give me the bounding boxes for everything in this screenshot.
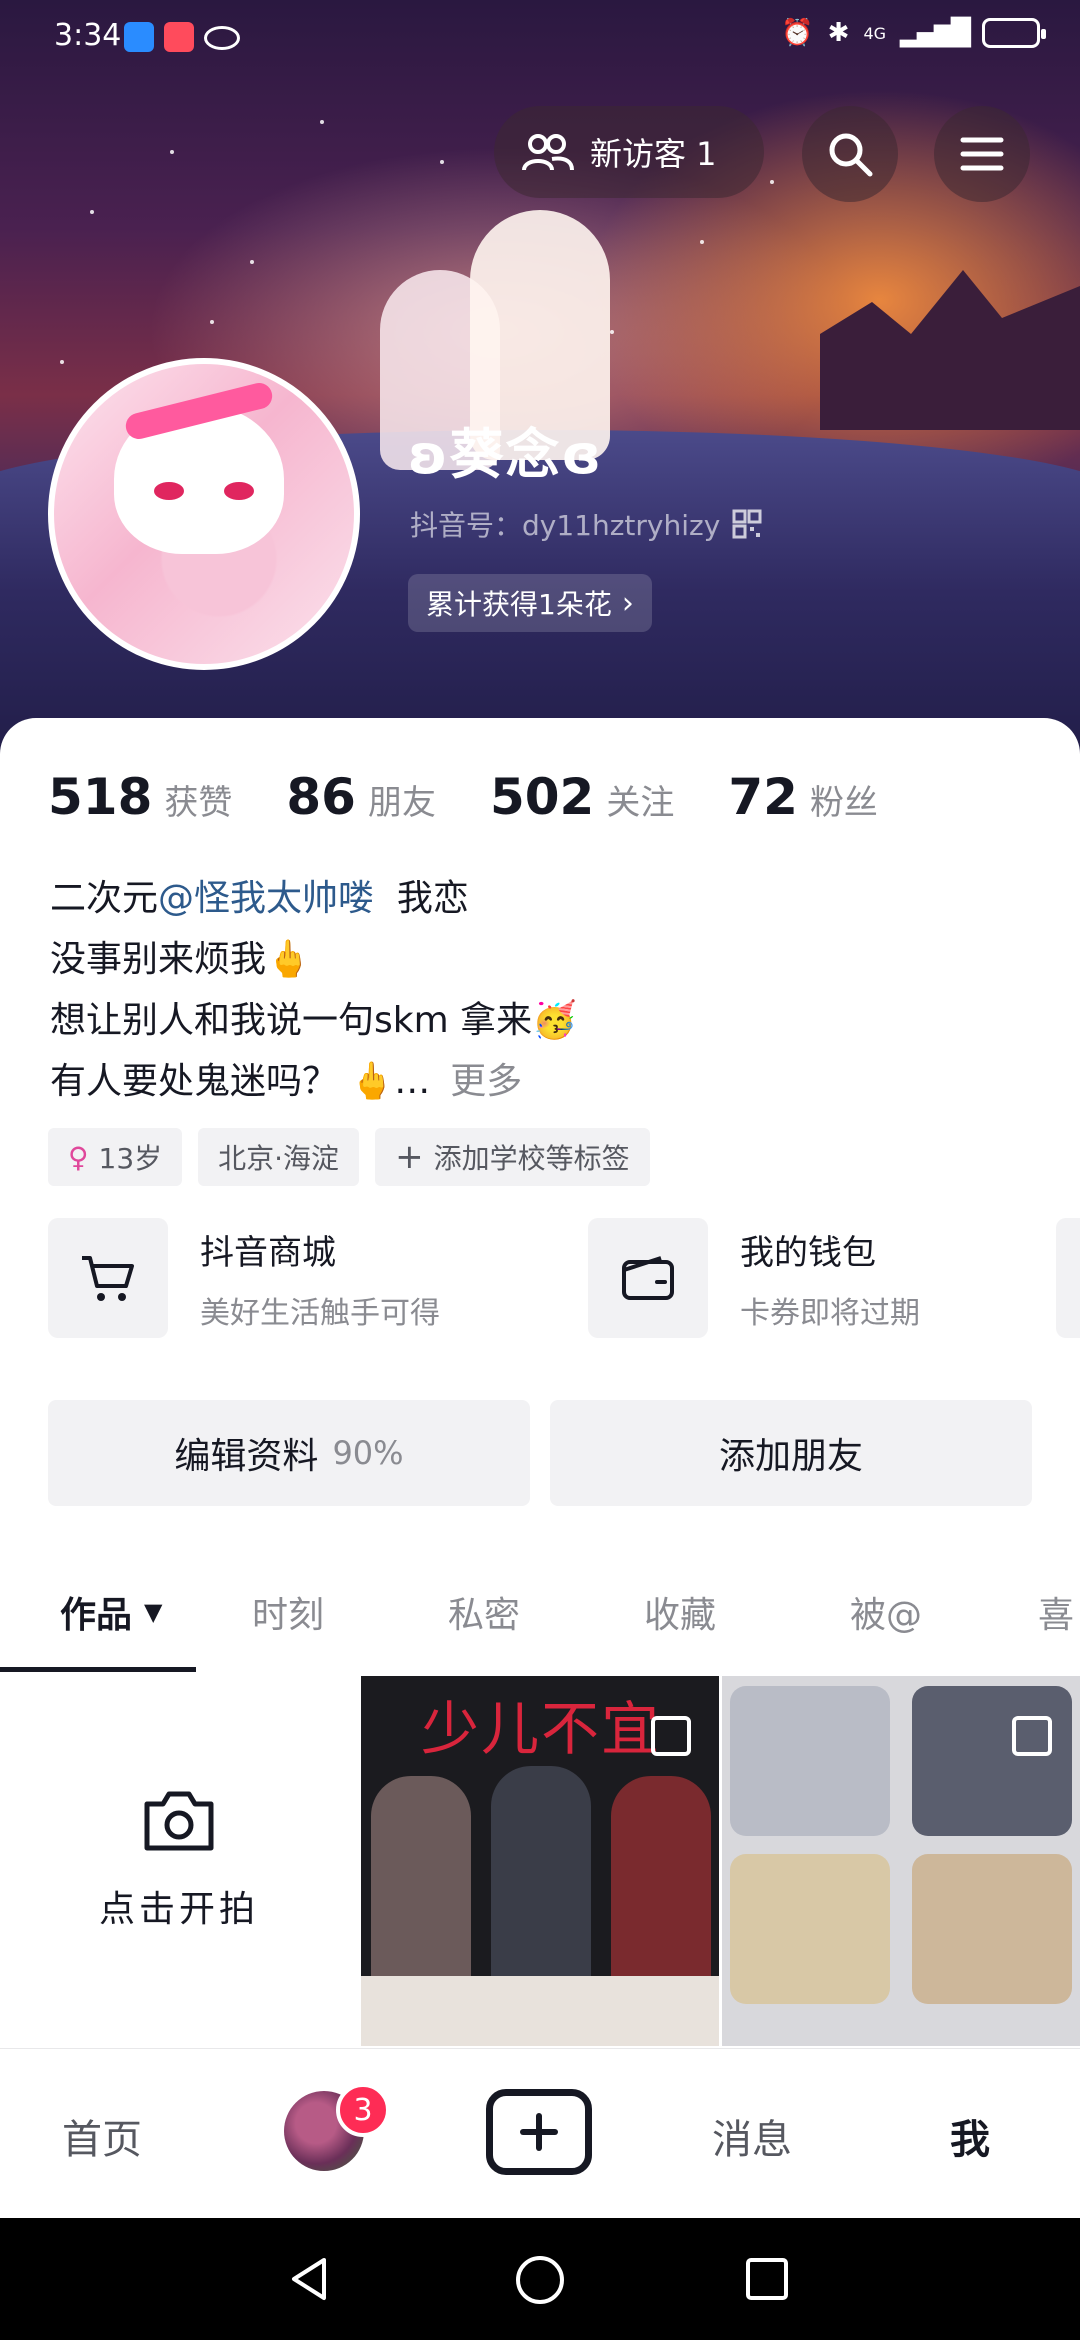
shoot-now-tile[interactable]: 点击开拍 bbox=[0, 1676, 358, 2046]
flowers-label: 累计获得1朵花 bbox=[426, 588, 612, 621]
flowers-received-pill[interactable]: 累计获得1朵花 › bbox=[408, 574, 652, 632]
banner-star bbox=[440, 160, 444, 164]
stat-followers[interactable]: 72 粉丝 bbox=[728, 768, 878, 826]
banner-star bbox=[60, 360, 64, 364]
bio-line-2: 没事别来烦我🖕 bbox=[50, 939, 311, 980]
back-icon[interactable] bbox=[284, 2254, 334, 2304]
location-tag[interactable]: 北京·海淀 bbox=[198, 1128, 360, 1186]
signal-icon: ▂▄▆█ bbox=[900, 18, 971, 48]
notification-badge: 3 bbox=[336, 2083, 390, 2137]
search-icon bbox=[829, 133, 873, 177]
nav-messages[interactable]: 消息 bbox=[712, 2107, 792, 2165]
action-buttons: 编辑资料 90% 添加朋友 bbox=[48, 1400, 1032, 1506]
plus-icon bbox=[520, 2113, 558, 2151]
system-nav-bar bbox=[0, 2218, 1080, 2340]
plus-icon: + bbox=[395, 1137, 424, 1177]
edit-profile-button[interactable]: 编辑资料 90% bbox=[48, 1400, 530, 1506]
nav-home[interactable]: 首页 bbox=[62, 2107, 142, 2165]
stats-row: 518 获赞 86 朋友 502 关注 72 粉丝 bbox=[48, 768, 878, 826]
banner-star bbox=[250, 260, 254, 264]
alarm-icon: ⏰ bbox=[781, 18, 814, 48]
bio-line-1: 二次元@怪我太帅喽 我恋 bbox=[50, 878, 469, 919]
stat-following[interactable]: 502 关注 bbox=[490, 768, 674, 826]
eye-icon bbox=[204, 26, 240, 50]
wallet-entry[interactable]: 我的钱包 卡券即将过期 bbox=[588, 1218, 920, 1338]
profile-bio[interactable]: 二次元@怪我太帅喽 我恋 没事别来烦我🖕 想让别人和我说一句skm 拿来🥳 有人… bbox=[50, 868, 577, 1112]
new-visitors-button[interactable]: 新访客 1 bbox=[494, 106, 764, 198]
reader-app-icon bbox=[164, 22, 194, 52]
active-tab-indicator bbox=[0, 1667, 196, 1672]
search-app-icon bbox=[124, 22, 154, 52]
add-friend-button[interactable]: 添加朋友 bbox=[550, 1400, 1032, 1506]
add-school-tag[interactable]: + 添加学校等标签 bbox=[375, 1128, 650, 1186]
tab-mentioned[interactable]: 被@ bbox=[850, 1586, 922, 1638]
cover-title: 少儿不宜 bbox=[421, 1695, 662, 1763]
tab-works[interactable]: 作品 ▼ bbox=[60, 1586, 162, 1638]
tab-liked[interactable]: 喜 bbox=[1038, 1586, 1074, 1638]
visitors-icon bbox=[522, 134, 574, 171]
tab-favorites[interactable]: 收藏 bbox=[644, 1586, 716, 1638]
search-button[interactable] bbox=[802, 106, 898, 202]
bottom-nav: 首页 3 消息 我 bbox=[0, 2048, 1080, 2218]
content-tabs: 作品 ▼ 时刻 私密 收藏 被@ 喜 bbox=[0, 1556, 1080, 1676]
battery-icon bbox=[982, 18, 1046, 48]
multi-image-icon bbox=[1012, 1716, 1052, 1756]
banner-star bbox=[90, 210, 94, 214]
caret-down-icon: ▼ bbox=[144, 1598, 163, 1626]
home-circle-icon[interactable] bbox=[514, 2254, 566, 2306]
douyin-id-text: 抖音号：dy11hztryhizy bbox=[410, 509, 721, 542]
stat-friends[interactable]: 86 朋友 bbox=[286, 768, 436, 826]
stat-likes[interactable]: 518 获赞 bbox=[48, 768, 232, 826]
status-time: 3:34 bbox=[54, 18, 122, 53]
bio-line-4: 有人要处鬼迷吗？ 🖕… 更多 bbox=[50, 1061, 523, 1102]
bio-more-link[interactable]: 更多 bbox=[450, 1061, 522, 1102]
profile-card: 518 获赞 86 朋友 502 关注 72 粉丝 二次元@怪我太帅喽 我恋 没… bbox=[0, 718, 1080, 2048]
wallet-icon bbox=[588, 1218, 708, 1338]
banner-star bbox=[170, 150, 174, 154]
shop-entry[interactable]: 抖音商城 美好生活触手可得 bbox=[48, 1218, 440, 1338]
profile-nickname: ʚ葵念ɞ bbox=[408, 423, 603, 486]
banner-star bbox=[770, 180, 774, 184]
profile-avatar[interactable] bbox=[48, 358, 360, 670]
network-label: 4G bbox=[863, 23, 887, 43]
create-button[interactable] bbox=[486, 2089, 592, 2175]
tab-private[interactable]: 私密 bbox=[448, 1586, 520, 1638]
bio-mention-link[interactable]: @怪我太帅喽 bbox=[158, 878, 374, 919]
douyin-id-row[interactable]: 抖音号：dy11hztryhizy bbox=[410, 504, 762, 544]
banner-star bbox=[210, 320, 214, 324]
cart-icon bbox=[48, 1218, 168, 1338]
recents-icon[interactable] bbox=[744, 2256, 790, 2302]
works-grid: 点击开拍 少儿不宜 bbox=[0, 1676, 1080, 2046]
female-icon: ♀ bbox=[68, 1140, 89, 1174]
nav-me[interactable]: 我 bbox=[950, 2107, 990, 2165]
status-right: ⏰ ✱ 4G ▂▄▆█ bbox=[781, 18, 1046, 48]
bluetooth-icon: ✱ bbox=[827, 18, 850, 48]
multi-image-icon bbox=[651, 1716, 691, 1756]
banner-star bbox=[320, 120, 324, 124]
profile-tags: ♀ 13岁 北京·海淀 + 添加学校等标签 bbox=[48, 1128, 650, 1186]
castle-silhouette bbox=[820, 270, 1080, 430]
hamburger-icon bbox=[960, 137, 1004, 171]
age-tag[interactable]: ♀ 13岁 bbox=[48, 1128, 183, 1186]
menu-button[interactable] bbox=[934, 106, 1030, 202]
tab-moments[interactable]: 时刻 bbox=[252, 1586, 324, 1638]
bio-line-3: 想让别人和我说一句skm 拿来🥳 bbox=[50, 1000, 577, 1041]
qrcode-icon[interactable] bbox=[732, 509, 762, 539]
banner-star bbox=[700, 240, 704, 244]
chevron-right-icon: › bbox=[621, 585, 634, 621]
status-bar: 3:34 ⏰ ✱ 4G ▂▄▆█ bbox=[0, 0, 1080, 72]
more-services-peek[interactable] bbox=[1056, 1218, 1080, 1338]
new-visitors-label: 新访客 1 bbox=[590, 135, 717, 173]
camera-icon bbox=[144, 1791, 214, 1851]
video-cover[interactable]: 少儿不宜 bbox=[361, 1676, 719, 2046]
video-cover[interactable] bbox=[722, 1676, 1080, 2046]
